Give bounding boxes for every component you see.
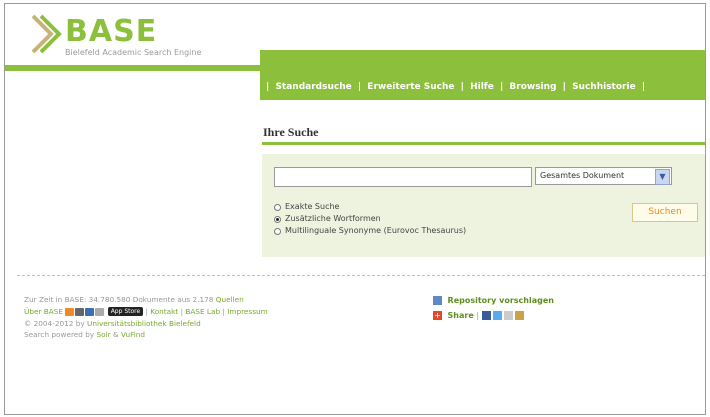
- page-frame: BASE Bielefeld Academic Search Engine | …: [4, 3, 706, 415]
- app-store-badge[interactable]: App Store: [107, 307, 144, 317]
- radio-button[interactable]: [274, 203, 281, 211]
- stats-text: Zur Zeit in BASE: 34.780.580 Dokumente a…: [24, 295, 214, 304]
- footer-links: Über BASE App Store | Kontakt | BASE Lab…: [24, 306, 268, 317]
- nav-separator: |: [641, 82, 646, 92]
- search-button[interactable]: Suchen: [632, 203, 698, 222]
- copyright-text: © 2004-2012 by: [24, 318, 85, 328]
- email-icon[interactable]: [503, 311, 513, 320]
- base-logo-icon: [31, 14, 62, 54]
- nav-suchhistorie[interactable]: Suchhistorie: [572, 82, 636, 92]
- base-logo[interactable]: BASE Bielefeld Academic Search Engine: [31, 12, 231, 62]
- search-title: Ihre Suche: [263, 125, 319, 139]
- share-link[interactable]: Share: [448, 311, 474, 320]
- nav-separator: |: [266, 82, 270, 92]
- option-label: Zusätzliche Wortformen: [285, 214, 381, 223]
- vufind-link[interactable]: VuFind: [121, 330, 145, 339]
- nav-separator: |: [460, 82, 464, 92]
- radio-button-selected[interactable]: [274, 215, 281, 223]
- scope-select[interactable]: Gesamtes Dokument ▼: [535, 167, 672, 185]
- nav-separator: |: [357, 82, 362, 92]
- logo-word: BASE: [65, 14, 158, 49]
- footer-powered: Search powered by Solr & VuFind: [24, 329, 268, 341]
- chevron-down-icon[interactable]: ▼: [655, 169, 670, 185]
- search-panel: Gesamtes Dokument ▼ Exakte Suche Zusätzl…: [262, 154, 705, 257]
- share-icon[interactable]: +: [433, 311, 442, 320]
- option-zusaetzliche-wortformen[interactable]: Zusätzliche Wortformen: [274, 213, 466, 225]
- twitter-icon[interactable]: [492, 311, 502, 320]
- nav-erweiterte-suche[interactable]: Erweiterte Suche: [367, 82, 454, 92]
- share-row: + Share |: [433, 308, 554, 323]
- logo-subtitle: Bielefeld Academic Search Engine: [65, 48, 202, 57]
- header-strip: [5, 65, 260, 71]
- toolbar-icon[interactable]: [75, 307, 85, 316]
- search-options: Exakte Suche Zusätzliche Wortformen Mult…: [274, 201, 466, 237]
- footer-copyright: © 2004-2012 by Universitätsbibliothek Bi…: [24, 318, 268, 330]
- solr-link[interactable]: Solr: [97, 330, 111, 339]
- repository-link[interactable]: Repository vorschlagen: [448, 296, 554, 305]
- bookmark-icon[interactable]: [514, 311, 524, 320]
- header-bar: | Standardsuche | Erweiterte Suche | Hil…: [260, 50, 705, 100]
- powered-amp: &: [112, 330, 119, 340]
- base-lab-link[interactable]: BASE Lab: [185, 307, 220, 316]
- nav-separator: |: [562, 82, 566, 92]
- nav-separator: |: [499, 82, 504, 92]
- footer-info: Zur Zeit in BASE: 34.780.580 Dokumente a…: [24, 294, 268, 341]
- facebook-icon[interactable]: [481, 311, 491, 320]
- search-input[interactable]: [274, 167, 532, 187]
- repository-suggest[interactable]: Repository vorschlagen: [433, 293, 554, 308]
- nav-standardsuche[interactable]: Standardsuche: [275, 82, 351, 92]
- scope-select-value: Gesamtes Dokument: [540, 171, 625, 180]
- impressum-link[interactable]: Impressum: [227, 307, 268, 316]
- about-base-link[interactable]: Über BASE: [24, 307, 63, 316]
- title-divider: [262, 142, 705, 145]
- browser-plugin-icon[interactable]: [85, 307, 95, 316]
- kontakt-link[interactable]: Kontakt: [150, 307, 178, 316]
- powered-text: Search powered by: [24, 330, 95, 340]
- option-label: Multilinguale Synonyme (Eurovoc Thesauru…: [285, 226, 467, 235]
- quellen-link[interactable]: Quellen: [216, 295, 244, 304]
- option-exakte-suche[interactable]: Exakte Suche: [274, 201, 466, 213]
- footer-divider: [17, 275, 705, 276]
- library-link[interactable]: Universitätsbibliothek Bielefeld: [87, 319, 201, 328]
- repository-icon: [433, 296, 442, 305]
- radio-button[interactable]: [274, 227, 281, 235]
- footer-stats: Zur Zeit in BASE: 34.780.580 Dokumente a…: [24, 294, 268, 306]
- main-nav: | Standardsuche | Erweiterte Suche | Hil…: [263, 82, 648, 92]
- option-label: Exakte Suche: [285, 202, 340, 211]
- footer-actions: Repository vorschlagen + Share |: [433, 293, 554, 323]
- option-multilinguale-synonyme[interactable]: Multilinguale Synonyme (Eurovoc Thesauru…: [274, 225, 466, 237]
- nav-browsing[interactable]: Browsing: [509, 82, 556, 92]
- mobile-icon[interactable]: [95, 307, 105, 316]
- rss-icon[interactable]: [65, 307, 75, 316]
- nav-hilfe[interactable]: Hilfe: [470, 82, 494, 92]
